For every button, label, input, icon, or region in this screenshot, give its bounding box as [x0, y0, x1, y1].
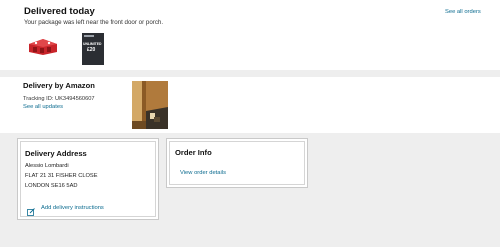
card-text-line1: UNLIMITED — [83, 42, 102, 46]
delivery-by-title: Delivery by Amazon — [23, 81, 95, 90]
doorstep-photo[interactable] — [132, 81, 168, 129]
red-lego-box-thumb[interactable] — [27, 38, 59, 56]
view-order-details-link[interactable]: View order details — [180, 170, 226, 176]
background-band-top — [0, 70, 500, 77]
edit-square-icon[interactable] — [27, 203, 35, 216]
delivery-address-panel: Delivery Address Alessio Lombardi FLAT 2… — [20, 141, 156, 217]
address-line1: FLAT 21 31 FISHER CLOSE — [25, 173, 98, 179]
card-stripe — [84, 35, 94, 37]
delivery-address-box: Delivery Address Alessio Lombardi FLAT 2… — [17, 138, 159, 220]
delivered-card: Delivered today Your package was left ne… — [17, 0, 485, 70]
dark-card-thumb[interactable]: UNLIMITED £20 — [82, 33, 104, 65]
delivery-by-card: Delivery by Amazon Tracking ID: UK349456… — [17, 77, 485, 133]
card-text-line2: £20 — [87, 47, 96, 53]
address-name: Alessio Lombardi — [25, 163, 69, 169]
address-line2: LONDON SE16 5AD — [25, 183, 78, 189]
see-all-orders-link[interactable]: See all orders — [445, 9, 481, 15]
add-delivery-instructions-link[interactable]: Add delivery instructions — [41, 205, 104, 211]
order-info-box: Order Info View order details — [166, 138, 308, 188]
delivered-subtitle: Your package was left near the front doo… — [24, 19, 164, 26]
tracking-id: Tracking ID: UK3494560607 — [23, 96, 95, 102]
see-all-updates-link[interactable]: See all updates — [23, 104, 63, 110]
order-info-panel: Order Info View order details — [169, 141, 305, 185]
order-info-heading: Order Info — [175, 148, 212, 157]
delivered-title: Delivered today — [24, 6, 95, 17]
delivery-address-heading: Delivery Address — [25, 149, 87, 158]
